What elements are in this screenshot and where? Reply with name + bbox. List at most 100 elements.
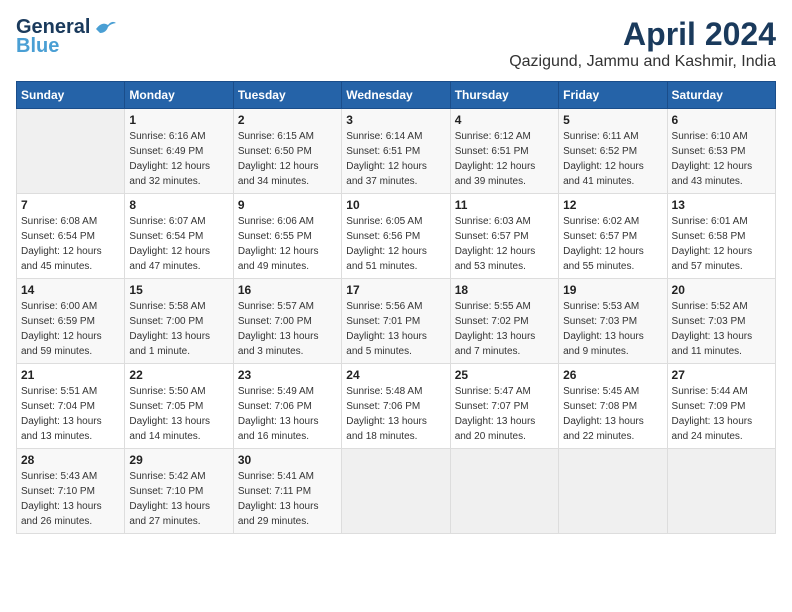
day-info: Sunrise: 5:50 AM Sunset: 7:05 PM Dayligh…	[129, 384, 228, 444]
sunrise-text: Sunrise: 6:00 AM	[21, 301, 97, 312]
daylight-text: Daylight: 12 hours and 57 minutes.	[672, 246, 753, 272]
day-info: Sunrise: 6:16 AM Sunset: 6:49 PM Dayligh…	[129, 129, 228, 189]
sunrise-text: Sunrise: 5:56 AM	[346, 301, 422, 312]
month-title: April 2024	[509, 16, 776, 53]
sunrise-text: Sunrise: 6:16 AM	[129, 131, 205, 142]
day-number: 8	[129, 198, 228, 212]
sunset-text: Sunset: 7:10 PM	[129, 486, 203, 497]
daylight-text: Daylight: 12 hours and 45 minutes.	[21, 246, 102, 272]
sunset-text: Sunset: 7:05 PM	[129, 401, 203, 412]
day-number: 5	[563, 113, 662, 127]
day-header-friday: Friday	[559, 82, 667, 109]
sunset-text: Sunset: 7:03 PM	[672, 316, 746, 327]
day-number: 25	[455, 368, 554, 382]
day-header-sunday: Sunday	[17, 82, 125, 109]
sunset-text: Sunset: 6:59 PM	[21, 316, 95, 327]
calendar-cell: 27 Sunrise: 5:44 AM Sunset: 7:09 PM Dayl…	[667, 364, 775, 449]
day-number: 9	[238, 198, 337, 212]
daylight-text: Daylight: 12 hours and 55 minutes.	[563, 246, 644, 272]
daylight-text: Daylight: 12 hours and 59 minutes.	[21, 331, 102, 357]
sunset-text: Sunset: 7:09 PM	[672, 401, 746, 412]
sunset-text: Sunset: 6:49 PM	[129, 146, 203, 157]
calendar-cell	[17, 109, 125, 194]
calendar-week-5: 28 Sunrise: 5:43 AM Sunset: 7:10 PM Dayl…	[17, 449, 776, 534]
day-number: 17	[346, 283, 445, 297]
day-info: Sunrise: 5:44 AM Sunset: 7:09 PM Dayligh…	[672, 384, 771, 444]
calendar-cell: 12 Sunrise: 6:02 AM Sunset: 6:57 PM Dayl…	[559, 194, 667, 279]
day-info: Sunrise: 6:08 AM Sunset: 6:54 PM Dayligh…	[21, 214, 120, 274]
sunrise-text: Sunrise: 5:52 AM	[672, 301, 748, 312]
sunrise-text: Sunrise: 5:53 AM	[563, 301, 639, 312]
day-number: 22	[129, 368, 228, 382]
sunrise-text: Sunrise: 6:10 AM	[672, 131, 748, 142]
sunrise-text: Sunrise: 5:41 AM	[238, 471, 314, 482]
daylight-text: Daylight: 13 hours and 9 minutes.	[563, 331, 644, 357]
daylight-text: Daylight: 12 hours and 51 minutes.	[346, 246, 427, 272]
day-number: 4	[455, 113, 554, 127]
sunrise-text: Sunrise: 5:42 AM	[129, 471, 205, 482]
header: General Blue April 2024 Qazigund, Jammu …	[16, 16, 776, 71]
sunset-text: Sunset: 6:50 PM	[238, 146, 312, 157]
calendar-week-2: 7 Sunrise: 6:08 AM Sunset: 6:54 PM Dayli…	[17, 194, 776, 279]
calendar-cell: 30 Sunrise: 5:41 AM Sunset: 7:11 PM Dayl…	[233, 449, 341, 534]
day-info: Sunrise: 5:56 AM Sunset: 7:01 PM Dayligh…	[346, 299, 445, 359]
sunrise-text: Sunrise: 6:07 AM	[129, 216, 205, 227]
calendar-cell	[342, 449, 450, 534]
sunset-text: Sunset: 7:11 PM	[238, 486, 311, 497]
daylight-text: Daylight: 13 hours and 3 minutes.	[238, 331, 319, 357]
daylight-text: Daylight: 12 hours and 53 minutes.	[455, 246, 536, 272]
day-info: Sunrise: 6:00 AM Sunset: 6:59 PM Dayligh…	[21, 299, 120, 359]
day-number: 7	[21, 198, 120, 212]
calendar-cell: 7 Sunrise: 6:08 AM Sunset: 6:54 PM Dayli…	[17, 194, 125, 279]
daylight-text: Daylight: 13 hours and 26 minutes.	[21, 501, 102, 527]
sunrise-text: Sunrise: 6:01 AM	[672, 216, 748, 227]
sunset-text: Sunset: 7:10 PM	[21, 486, 95, 497]
sunrise-text: Sunrise: 5:48 AM	[346, 386, 422, 397]
day-number: 30	[238, 453, 337, 467]
day-number: 1	[129, 113, 228, 127]
daylight-text: Daylight: 13 hours and 11 minutes.	[672, 331, 753, 357]
sunset-text: Sunset: 6:56 PM	[346, 231, 420, 242]
calendar-body: 1 Sunrise: 6:16 AM Sunset: 6:49 PM Dayli…	[17, 109, 776, 534]
day-number: 11	[455, 198, 554, 212]
sunrise-text: Sunrise: 5:51 AM	[21, 386, 97, 397]
calendar-cell: 16 Sunrise: 5:57 AM Sunset: 7:00 PM Dayl…	[233, 279, 341, 364]
sunset-text: Sunset: 6:55 PM	[238, 231, 312, 242]
day-info: Sunrise: 5:49 AM Sunset: 7:06 PM Dayligh…	[238, 384, 337, 444]
header-row: SundayMondayTuesdayWednesdayThursdayFrid…	[17, 82, 776, 109]
calendar-cell: 21 Sunrise: 5:51 AM Sunset: 7:04 PM Dayl…	[17, 364, 125, 449]
day-header-monday: Monday	[125, 82, 233, 109]
sunrise-text: Sunrise: 5:57 AM	[238, 301, 314, 312]
day-info: Sunrise: 5:55 AM Sunset: 7:02 PM Dayligh…	[455, 299, 554, 359]
day-number: 23	[238, 368, 337, 382]
location-title: Qazigund, Jammu and Kashmir, India	[509, 53, 776, 71]
calendar-cell: 4 Sunrise: 6:12 AM Sunset: 6:51 PM Dayli…	[450, 109, 558, 194]
day-info: Sunrise: 6:11 AM Sunset: 6:52 PM Dayligh…	[563, 129, 662, 189]
day-info: Sunrise: 5:52 AM Sunset: 7:03 PM Dayligh…	[672, 299, 771, 359]
calendar-table: SundayMondayTuesdayWednesdayThursdayFrid…	[16, 81, 776, 534]
sunset-text: Sunset: 6:57 PM	[455, 231, 529, 242]
daylight-text: Daylight: 13 hours and 20 minutes.	[455, 416, 536, 442]
daylight-text: Daylight: 12 hours and 32 minutes.	[129, 161, 210, 187]
sunrise-text: Sunrise: 6:02 AM	[563, 216, 639, 227]
day-info: Sunrise: 6:06 AM Sunset: 6:55 PM Dayligh…	[238, 214, 337, 274]
sunset-text: Sunset: 7:03 PM	[563, 316, 637, 327]
day-number: 12	[563, 198, 662, 212]
daylight-text: Daylight: 12 hours and 34 minutes.	[238, 161, 319, 187]
daylight-text: Daylight: 13 hours and 14 minutes.	[129, 416, 210, 442]
daylight-text: Daylight: 13 hours and 7 minutes.	[455, 331, 536, 357]
day-info: Sunrise: 5:51 AM Sunset: 7:04 PM Dayligh…	[21, 384, 120, 444]
daylight-text: Daylight: 13 hours and 29 minutes.	[238, 501, 319, 527]
sunrise-text: Sunrise: 6:14 AM	[346, 131, 422, 142]
day-info: Sunrise: 5:53 AM Sunset: 7:03 PM Dayligh…	[563, 299, 662, 359]
sunrise-text: Sunrise: 6:05 AM	[346, 216, 422, 227]
sunset-text: Sunset: 7:06 PM	[238, 401, 312, 412]
day-number: 19	[563, 283, 662, 297]
sunset-text: Sunset: 6:54 PM	[21, 231, 95, 242]
calendar-cell: 3 Sunrise: 6:14 AM Sunset: 6:51 PM Dayli…	[342, 109, 450, 194]
day-info: Sunrise: 5:57 AM Sunset: 7:00 PM Dayligh…	[238, 299, 337, 359]
daylight-text: Daylight: 12 hours and 39 minutes.	[455, 161, 536, 187]
calendar-cell: 6 Sunrise: 6:10 AM Sunset: 6:53 PM Dayli…	[667, 109, 775, 194]
sunset-text: Sunset: 7:02 PM	[455, 316, 529, 327]
sunset-text: Sunset: 7:07 PM	[455, 401, 529, 412]
